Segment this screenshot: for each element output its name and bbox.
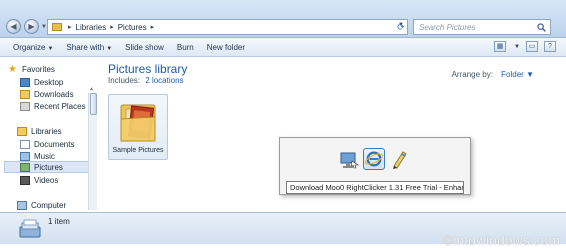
internet-explorer-icon[interactable] <box>363 148 385 170</box>
breadcrumb-libraries[interactable]: Libraries <box>76 23 107 32</box>
nav-downloads[interactable]: Downloads <box>20 88 74 100</box>
includes-label: Includes: <box>108 76 141 85</box>
nav-videos[interactable]: Videos <box>20 174 58 186</box>
popup-description: Download Moo0 RightClicker 1.31 Free Tri… <box>286 181 464 194</box>
search-placeholder: Search Pictures <box>419 23 476 32</box>
watermark-text: ©intowindows.com <box>443 232 560 248</box>
folder-item[interactable]: Sample Pictures <box>108 94 168 160</box>
share-with-menu[interactable]: Share with ▼ <box>66 43 112 52</box>
computer-network-icon[interactable] <box>338 148 360 170</box>
search-icon[interactable] <box>537 23 546 32</box>
address-field[interactable]: ▸ Libraries ▸ Pictures ▸ ▼ <box>47 19 408 35</box>
nav-recent-places[interactable]: Recent Places <box>20 100 86 112</box>
chevron-down-icon: ▼ <box>106 45 113 52</box>
scrollbar-thumb[interactable] <box>90 93 97 115</box>
library-folder-icon <box>52 23 62 31</box>
content-scrollbar[interactable] <box>88 93 97 210</box>
change-view-icon[interactable]: ▦ <box>494 41 507 52</box>
nav-desktop[interactable]: Desktop <box>20 76 63 88</box>
help-icon[interactable]: ? <box>544 41 556 52</box>
folder-label: Sample Pictures <box>112 147 164 154</box>
star-icon: ★ <box>8 63 17 75</box>
folder-icon <box>120 104 156 142</box>
view-options-dropdown[interactable]: ▼ <box>514 44 520 50</box>
chevron-down-icon: ▼ <box>47 45 54 52</box>
arrange-label: Arrange by: <box>451 70 493 79</box>
organize-menu[interactable]: Organize ▼ <box>13 43 53 52</box>
computer-icon <box>17 200 27 210</box>
slide-show-button[interactable]: Slide show <box>125 43 164 52</box>
content-pane: Pictures library Includes: 2 locations A… <box>98 58 566 212</box>
breadcrumb-separator-icon[interactable]: ▸ <box>151 23 155 31</box>
library-stack-icon <box>19 219 41 238</box>
preview-pane-icon[interactable]: ▭ <box>526 41 538 52</box>
nav-pictures[interactable]: Pictures <box>4 161 94 173</box>
nav-label: Downloads <box>34 89 74 99</box>
nav-favorites[interactable]: ★ Favorites <box>8 63 55 75</box>
arrange-by: Arrange by: Folder ▼ <box>452 70 534 79</box>
nav-label: Music <box>34 151 55 161</box>
nav-label: Libraries <box>31 126 62 136</box>
library-includes: Includes: 2 locations <box>108 76 184 85</box>
navigation-pane: ★ Favorites Desktop Downloads Recent Pla… <box>0 58 97 212</box>
music-icon <box>20 151 30 161</box>
breadcrumb-pictures[interactable]: Pictures <box>118 23 147 32</box>
libraries-icon <box>17 126 27 136</box>
nav-libraries[interactable]: Libraries <box>17 125 62 137</box>
back-button[interactable]: ◀ <box>6 19 21 34</box>
recent-places-icon <box>20 101 30 111</box>
scroll-up-icon[interactable]: ▲ <box>89 86 94 92</box>
nav-label: Videos <box>34 175 59 185</box>
pictures-icon <box>20 162 30 172</box>
forward-button[interactable]: ▶ <box>24 19 39 34</box>
library-title: Pictures library <box>108 62 188 76</box>
videos-icon <box>20 175 30 185</box>
nav-label: Documents <box>34 139 75 149</box>
search-input[interactable]: Search Pictures <box>413 19 551 35</box>
arrange-by-dropdown[interactable]: Folder ▼ <box>501 70 534 79</box>
rightclicker-popup: Download Moo0 RightClicker 1.31 Free Tri… <box>279 137 471 195</box>
locations-link[interactable]: 2 locations <box>145 76 183 85</box>
nav-label: Computer <box>31 200 67 210</box>
downloads-folder-icon <box>20 89 30 99</box>
nav-computer[interactable]: Computer <box>17 199 66 211</box>
nav-label: Favorites <box>22 64 55 74</box>
item-count: 1 item <box>48 217 70 226</box>
pen-icon[interactable] <box>388 148 410 170</box>
command-bar: Organize ▼ Share with ▼ Slide show Burn Ne… <box>0 38 566 57</box>
nav-label: Recent Places <box>34 101 86 111</box>
nav-label: Pictures <box>34 162 63 172</box>
nav-documents[interactable]: Documents <box>20 138 74 150</box>
desktop-icon <box>20 77 30 87</box>
documents-icon <box>20 139 30 149</box>
refresh-icon[interactable]: ⟳ <box>395 20 407 34</box>
address-bar-area: ◀ ▶ ▼ ▸ Libraries ▸ Pictures ▸ ▼ ⟳ Searc… <box>0 0 566 38</box>
new-folder-button[interactable]: New folder <box>207 43 245 52</box>
breadcrumb-separator-icon[interactable]: ▸ <box>68 23 72 31</box>
burn-button[interactable]: Burn <box>177 43 194 52</box>
breadcrumb-separator-icon[interactable]: ▸ <box>110 23 114 31</box>
nav-label: Desktop <box>34 77 64 87</box>
explorer-window: – □ ✕ ◀ ▶ ▼ ▸ Libraries ▸ Pictures ▸ ▼ ⟳… <box>0 0 566 250</box>
